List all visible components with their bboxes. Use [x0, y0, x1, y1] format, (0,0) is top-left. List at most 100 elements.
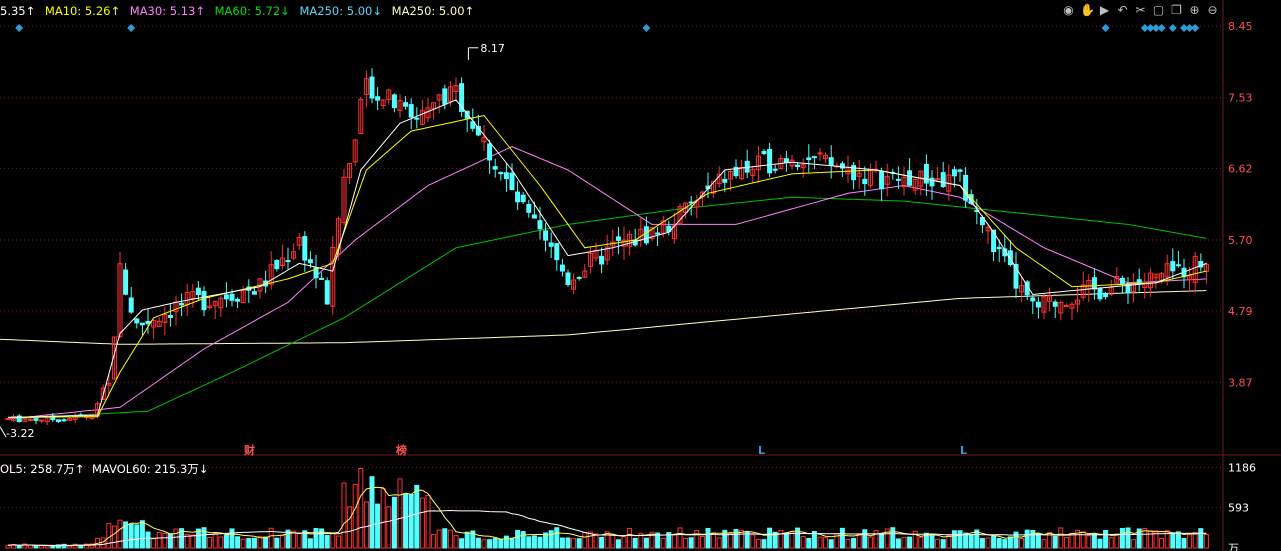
candle-body — [123, 269, 129, 295]
candle-body — [1030, 297, 1036, 302]
volume-bar — [380, 487, 386, 549]
volume-bar — [459, 538, 465, 549]
volume-bar — [1187, 534, 1193, 549]
candle-body — [895, 178, 901, 181]
volume-bar — [531, 535, 537, 549]
volume-bar — [615, 539, 621, 549]
volume-bar — [1114, 533, 1120, 549]
volume-bar — [671, 534, 677, 549]
candle-body — [55, 419, 61, 423]
volume-bar — [688, 537, 694, 549]
signal-diamond — [1157, 24, 1166, 32]
volume-bar — [363, 501, 369, 549]
candle-body — [201, 291, 207, 311]
volume-bar — [1192, 532, 1198, 549]
volume-bar — [330, 532, 336, 549]
price-tick-label: 3.87 — [1228, 376, 1253, 389]
hand-icon[interactable]: ✋ — [1080, 4, 1095, 17]
eye-icon[interactable]: ◉ — [1062, 4, 1075, 17]
candle-body — [509, 172, 515, 191]
candle-body — [251, 291, 257, 295]
zoom-in-icon[interactable]: ⊕ — [1188, 4, 1201, 17]
volume-bar — [951, 530, 957, 549]
candle-body — [403, 102, 409, 107]
candlesticks — [5, 68, 1209, 426]
volume-bar — [627, 528, 633, 549]
volume-bar — [67, 545, 73, 549]
volume-bar — [929, 534, 935, 549]
volume-bar — [498, 538, 504, 549]
volume-bar — [408, 493, 414, 549]
undo-icon[interactable]: ↶ — [1116, 4, 1129, 17]
zoom-out-icon[interactable]: ⊖ — [1206, 4, 1219, 17]
candle-body — [565, 272, 571, 286]
candle-body — [487, 143, 493, 161]
volume-bar — [235, 536, 241, 549]
candle-body — [643, 226, 649, 244]
volume-bar — [145, 531, 151, 549]
volume-bar — [313, 528, 319, 549]
candle-body — [531, 214, 537, 219]
ma60-line — [7, 196, 1207, 420]
volume-bar — [1108, 537, 1114, 549]
candle-body — [828, 157, 834, 166]
signal-diamond — [15, 24, 24, 32]
candle-body — [795, 164, 801, 168]
copy-icon[interactable]: ❐ — [1170, 4, 1183, 17]
candle-body — [195, 287, 201, 296]
candle-body — [1007, 250, 1013, 266]
volume-bar — [1019, 538, 1025, 549]
volume-bar — [39, 545, 45, 549]
volume-bar — [251, 537, 257, 549]
candle-body — [940, 172, 946, 188]
candle-body — [1035, 301, 1041, 308]
volume-bar — [856, 534, 862, 549]
volume-bar — [111, 525, 117, 549]
volume-bar — [660, 537, 666, 549]
volume-tick-label: 1186 — [1228, 461, 1256, 474]
volume-bar — [632, 537, 638, 549]
volume-bar — [375, 503, 381, 549]
volume-bar — [845, 538, 851, 549]
scissors-icon[interactable]: ✂ — [1134, 4, 1147, 17]
ma250-line — [0, 290, 1207, 345]
candle-body — [39, 419, 45, 422]
candle-body — [33, 418, 39, 421]
candle-body — [179, 302, 185, 306]
volume-bar — [582, 531, 588, 549]
volume-bar — [554, 527, 560, 549]
lock-icon[interactable]: ▢ — [1152, 4, 1165, 17]
volume-bar — [823, 536, 829, 549]
volume-bar — [1119, 528, 1125, 549]
volume-bar — [643, 537, 649, 549]
volume-bar — [828, 539, 834, 549]
volume-bar — [817, 536, 823, 549]
candle-body — [274, 259, 280, 270]
ma250-legend-b: MA250: 5.00↑ — [391, 4, 475, 18]
volume-bar — [705, 527, 711, 549]
volume-bar — [761, 539, 767, 549]
candle-body — [145, 320, 151, 325]
play-icon[interactable]: ▶ — [1098, 4, 1111, 17]
candle-body — [61, 419, 67, 422]
volume-bar — [151, 538, 157, 549]
candle-body — [1175, 264, 1181, 267]
candle-body — [369, 76, 375, 99]
volume-bar — [1170, 532, 1176, 549]
candle-body — [526, 203, 532, 213]
volume-bar — [968, 534, 974, 549]
volume-bar — [447, 529, 453, 549]
volume-bar — [425, 494, 431, 549]
candle-body — [319, 277, 325, 280]
volume-bar — [397, 478, 403, 549]
ma60-legend: MA60: 5.72↓ — [214, 4, 290, 18]
candle-body — [442, 88, 448, 105]
volume-bar — [50, 545, 56, 549]
volume-bar — [985, 537, 991, 549]
ma10-line — [8, 114, 1207, 418]
candle-body — [134, 318, 140, 324]
volume-bar — [207, 536, 213, 549]
candle-body — [722, 178, 728, 183]
signal-diamond — [1101, 24, 1110, 32]
volume-bar — [240, 538, 246, 549]
